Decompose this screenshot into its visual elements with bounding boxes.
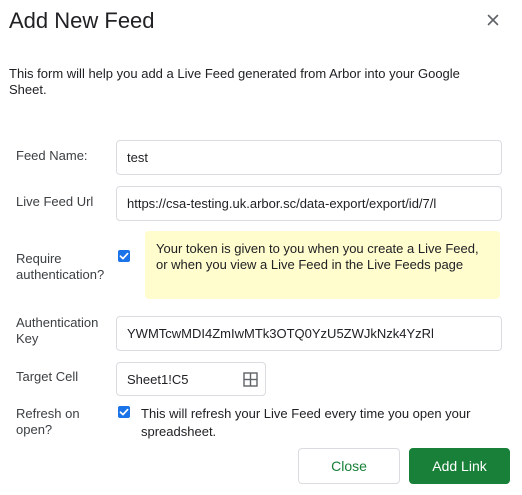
auth-key-label: Authentication Key: [16, 315, 99, 346]
require-auth-label: Require authentication?: [16, 251, 105, 282]
refresh-on-open-label: Refresh on open?: [16, 406, 80, 437]
intro-text: This form will help you add a Live Feed …: [9, 66, 460, 97]
require-auth-checkbox[interactable]: [118, 250, 130, 262]
refresh-on-open-checkbox[interactable]: [118, 406, 130, 418]
refresh-on-open-text: This will refresh your Live Feed every t…: [141, 406, 471, 439]
close-button[interactable]: Close: [298, 448, 400, 484]
auth-token-note: Your token is given to you when you crea…: [145, 231, 500, 299]
dialog-title: Add New Feed: [9, 8, 155, 33]
grid-select-icon[interactable]: [243, 372, 258, 387]
live-feed-url-label: Live Feed Url: [16, 194, 94, 209]
close-icon[interactable]: [484, 11, 502, 29]
feed-name-label: Feed Name:: [16, 148, 88, 163]
add-link-button[interactable]: Add Link: [409, 448, 510, 484]
auth-key-value: YWMTcwMDI4ZmIwMTk3OTQ0YzU5ZWJkNzk4YzRl: [127, 326, 434, 341]
add-new-feed-dialog: Add New Feed This form will help you add…: [0, 0, 522, 495]
feed-name-input[interactable]: [116, 140, 502, 175]
target-cell-input[interactable]: Sheet1!C5: [116, 362, 266, 396]
auth-key-input[interactable]: YWMTcwMDI4ZmIwMTk3OTQ0YzU5ZWJkNzk4YzRl: [116, 316, 502, 351]
target-cell-value: Sheet1!C5: [127, 372, 189, 387]
live-feed-url-input[interactable]: [116, 186, 502, 221]
target-cell-label: Target Cell: [16, 369, 79, 384]
